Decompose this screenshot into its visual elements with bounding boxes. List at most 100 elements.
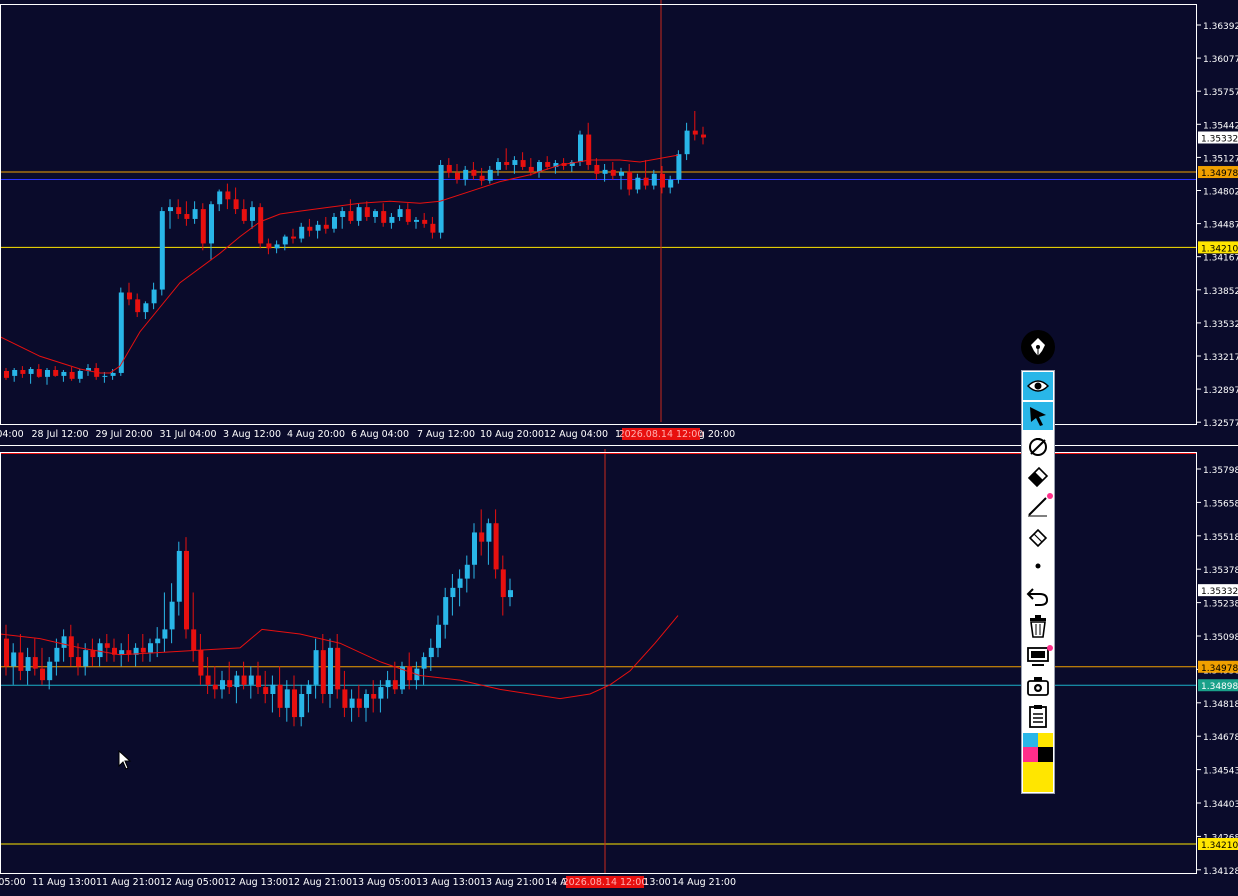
candle xyxy=(53,366,59,377)
y-tick-label: 1.33217 xyxy=(1203,353,1238,363)
selected-color-preview[interactable] xyxy=(1023,762,1053,792)
candle-body xyxy=(619,171,624,176)
candle-body xyxy=(61,636,67,648)
candle-body xyxy=(348,211,354,221)
candle-body xyxy=(479,532,485,542)
candle-body xyxy=(610,169,616,176)
candle xyxy=(443,587,449,639)
undo-icon[interactable] xyxy=(1023,582,1053,610)
candle xyxy=(627,163,633,196)
candle xyxy=(176,541,182,616)
candle-body xyxy=(371,694,377,699)
candle xyxy=(282,234,288,251)
candle-body xyxy=(356,698,362,708)
color-swatch-cyan[interactable] xyxy=(1023,733,1038,747)
candle xyxy=(270,675,276,713)
candle-body xyxy=(227,680,233,688)
candle xyxy=(414,216,419,229)
candle-body xyxy=(277,684,283,708)
candle-body xyxy=(77,370,83,379)
candle-body xyxy=(11,652,17,667)
color-swatch-black[interactable] xyxy=(1038,747,1053,762)
candle xyxy=(349,689,355,722)
candle-body xyxy=(28,369,34,374)
candle-body xyxy=(234,675,240,688)
candle xyxy=(486,518,492,565)
candle-body xyxy=(241,209,247,221)
candle-body xyxy=(428,647,434,658)
candle-body xyxy=(127,292,132,300)
level-label-teal: 1.34898 xyxy=(1201,682,1238,692)
candle-body xyxy=(40,668,45,681)
crosshair-date-label: 2026.08.14 12:00 xyxy=(563,877,648,888)
candle-body xyxy=(323,224,329,229)
candle-body xyxy=(594,164,600,174)
arrow-cursor-icon[interactable] xyxy=(1023,402,1053,430)
y-tick-label: 1.33852 xyxy=(1203,287,1238,297)
candle-body xyxy=(159,211,165,290)
candle xyxy=(651,169,657,190)
candle xyxy=(4,624,9,676)
candle xyxy=(47,657,53,690)
candle xyxy=(97,638,103,667)
candle xyxy=(438,160,444,239)
eye-icon[interactable] xyxy=(1023,372,1053,400)
no-drag-icon[interactable] xyxy=(1023,432,1053,460)
x-tick-label: 12 Aug 13:00 xyxy=(224,877,288,888)
candle xyxy=(512,156,518,174)
candle-body xyxy=(233,199,239,210)
candle xyxy=(250,201,255,229)
candle xyxy=(430,216,436,239)
candle xyxy=(151,282,157,310)
candle xyxy=(335,634,341,699)
camera-icon[interactable] xyxy=(1023,672,1053,700)
candle xyxy=(472,523,477,579)
candle xyxy=(274,240,280,254)
candle-body xyxy=(61,371,67,376)
x-tick-label: 04:00 xyxy=(0,429,24,440)
x-tick-label: 31 Jul 04:00 xyxy=(160,429,217,440)
candle xyxy=(701,126,706,145)
y-tick-label: 1.34678 xyxy=(1203,733,1238,743)
pen-line-icon[interactable] xyxy=(1023,492,1053,520)
candle-body xyxy=(602,169,608,174)
x-tick-label: 10 Aug 20:00 xyxy=(480,429,544,440)
highlighter-icon[interactable] xyxy=(1023,522,1053,550)
candle xyxy=(168,199,173,229)
candle-body xyxy=(168,207,173,212)
candle-body xyxy=(47,661,53,681)
y-tick-label: 1.34128 xyxy=(1203,867,1238,877)
color-swatch-yellow[interactable] xyxy=(1038,733,1053,747)
current-price-label: 1.35332 xyxy=(1201,134,1238,144)
clipboard-icon[interactable] xyxy=(1023,702,1053,730)
candle-body xyxy=(4,370,9,378)
pen-nib-logo-icon[interactable] xyxy=(1021,330,1055,364)
candle-body xyxy=(486,523,492,542)
candle xyxy=(104,634,110,662)
trash-icon[interactable] xyxy=(1023,612,1053,640)
candle xyxy=(127,282,132,306)
y-tick-label: 1.33532 xyxy=(1203,320,1238,330)
candle xyxy=(140,634,146,662)
color-swatch-magenta[interactable] xyxy=(1023,747,1038,762)
candle xyxy=(307,218,313,237)
eraser-icon[interactable] xyxy=(1023,462,1053,490)
candle-body xyxy=(392,680,398,690)
candle-body xyxy=(135,299,141,313)
level-label-orange: 1.34978 xyxy=(1201,664,1238,674)
candle xyxy=(320,634,326,704)
y-tick-label: 1.32577 xyxy=(1203,419,1238,429)
candle-body xyxy=(479,175,485,181)
candle xyxy=(668,175,674,194)
x-tick-label: 12 Aug 05:00 xyxy=(160,877,224,888)
candle xyxy=(405,203,411,225)
candle xyxy=(277,666,283,718)
candle xyxy=(457,569,463,607)
candle-body xyxy=(493,523,499,570)
candle-body xyxy=(241,675,247,685)
candle-body xyxy=(274,244,280,249)
candle-body xyxy=(45,370,50,377)
dot-icon[interactable] xyxy=(1023,552,1053,580)
screen-capture-icon[interactable] xyxy=(1023,642,1053,670)
candle xyxy=(4,368,9,380)
